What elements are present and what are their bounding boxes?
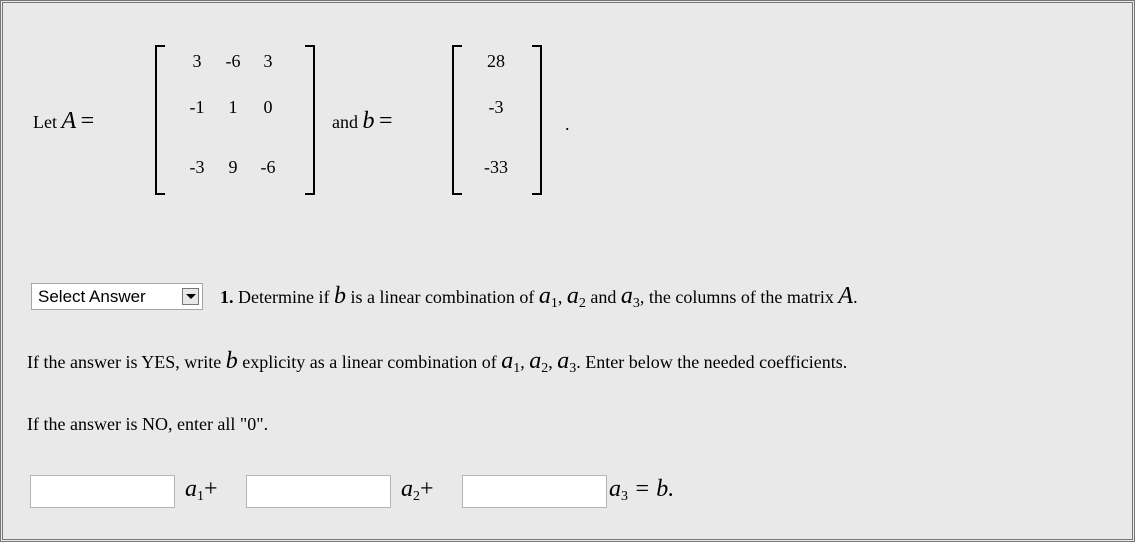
a1: a1 xyxy=(501,348,521,376)
coefficient-1-input[interactable] xyxy=(30,475,175,508)
matrix-cell: 9 xyxy=(228,157,238,177)
question-number: 1. xyxy=(220,287,234,307)
a1: a1 xyxy=(538,283,558,311)
answer-select[interactable]: Select Answer xyxy=(31,283,203,310)
q-text: Determine if xyxy=(238,287,330,307)
matrix-cell: 3 xyxy=(263,51,273,71)
matrix-cell: -3 xyxy=(189,157,205,177)
right-bracket xyxy=(305,45,315,195)
instr-text: explicity as a linear combination of xyxy=(242,352,497,372)
a3: a3 xyxy=(557,348,577,376)
a2: a2 xyxy=(529,348,549,376)
b-symbol: b xyxy=(362,108,375,134)
A-symbol: A xyxy=(61,108,77,134)
a2-term: a2+ xyxy=(401,476,434,504)
vector-cell: 28 xyxy=(487,51,505,71)
a3-term: a3 = b. xyxy=(609,476,675,504)
problem-panel xyxy=(0,0,1135,542)
and-label: and xyxy=(590,287,617,307)
and-b-statement: and b = xyxy=(332,108,393,135)
A-symbol: A xyxy=(838,283,854,309)
q-text: , the columns of the matrix xyxy=(639,287,834,307)
q-text: is a linear combination of xyxy=(350,287,535,307)
coefficient-3-input[interactable] xyxy=(462,475,607,508)
coefficient-2-input[interactable] xyxy=(246,475,391,508)
period: . xyxy=(853,287,858,307)
a1-term: a1+ xyxy=(185,476,218,504)
matrix-cell: -6 xyxy=(260,157,276,177)
a2: a2 xyxy=(566,283,586,311)
chevron-down-icon[interactable] xyxy=(182,288,199,305)
yes-instruction: If the answer is YES, write b explicity … xyxy=(27,348,848,376)
let-statement: Let A = xyxy=(33,108,94,135)
left-bracket xyxy=(155,45,165,195)
matrix-cell: 3 xyxy=(192,51,202,71)
let-label: Let xyxy=(33,112,57,132)
matrix-cell: -1 xyxy=(189,97,205,117)
b-symbol: b xyxy=(225,348,238,374)
and-label: and xyxy=(332,112,358,132)
b-symbol: b xyxy=(333,283,346,309)
equals: = xyxy=(80,108,95,134)
matrix-cell: -6 xyxy=(225,51,241,71)
question-1: 1. Determine if b is a linear combinatio… xyxy=(220,283,858,312)
period: . xyxy=(565,114,570,134)
instr-text: If the answer is YES, write xyxy=(27,352,222,372)
a3: a3 xyxy=(620,283,640,311)
comma: , xyxy=(557,287,563,307)
right-bracket xyxy=(532,45,542,195)
no-instruction: If the answer is NO, enter all "0". xyxy=(27,414,269,434)
left-bracket xyxy=(452,45,462,195)
matrix-cell: 1 xyxy=(228,97,238,117)
equals: = xyxy=(379,108,393,134)
vector-cell: -33 xyxy=(484,157,508,177)
instr-text: . Enter below the needed coefficients. xyxy=(576,352,848,372)
select-value: Select Answer xyxy=(38,287,146,306)
vector-cell: -3 xyxy=(488,97,504,117)
matrix-cell: 0 xyxy=(263,97,273,117)
